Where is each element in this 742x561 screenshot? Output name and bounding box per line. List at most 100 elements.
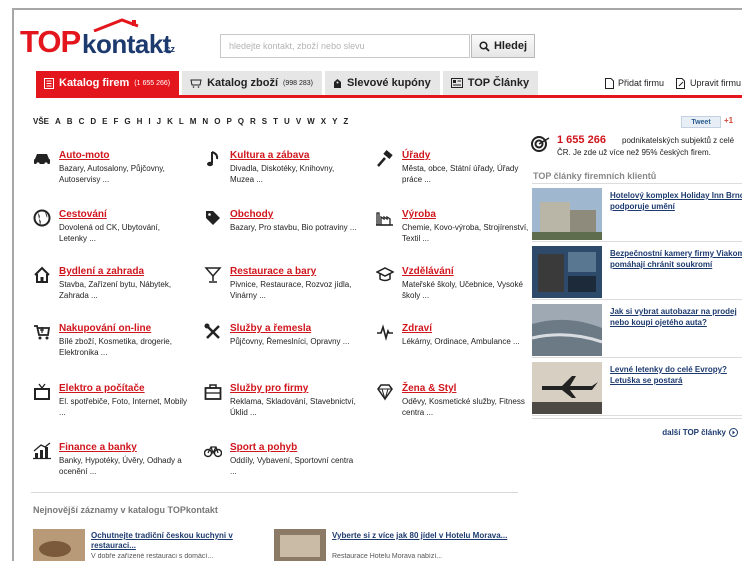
- tab-count: (1 655 266): [134, 79, 171, 87]
- tab-count: (998 283): [283, 79, 313, 87]
- category-title[interactable]: Cestování: [59, 209, 107, 220]
- edit-company-link[interactable]: Upravit firmu: [676, 77, 742, 89]
- category-title[interactable]: Kultura a zábava: [230, 150, 309, 161]
- newest-title[interactable]: Vyberte si z více jak 80 jídel v Hotelu …: [332, 531, 512, 541]
- article-thumbnail[interactable]: [532, 246, 602, 298]
- article-thumbnail[interactable]: [532, 188, 602, 240]
- category-title[interactable]: Auto-moto: [59, 150, 110, 161]
- company-count: 1 655 266: [557, 134, 606, 146]
- gplus-button[interactable]: +1: [724, 116, 733, 125]
- category-title[interactable]: Výroba: [402, 209, 436, 220]
- article-title[interactable]: Hotelový komplex Holiday Inn Brno podpor…: [610, 190, 742, 212]
- arrow-right-circle-icon: [729, 428, 738, 437]
- tab-katalog-zbozi[interactable]: Katalog zboží (998 283): [182, 71, 322, 95]
- category-desc: Dovolená od CK, Ubytování, Letenky ...: [59, 223, 160, 243]
- newest-desc: Restaurace Hotelu Morava nabízí...: [332, 553, 443, 560]
- article-title[interactable]: Bezpečnostní kamery firmy Viakom pomáhaj…: [610, 248, 742, 270]
- music-note-icon: [207, 151, 219, 167]
- tv-icon: [34, 383, 50, 400]
- article-title[interactable]: Jak si vybrat autobazar na prodej nebo k…: [610, 306, 742, 328]
- target-icon: [531, 136, 550, 152]
- alphabet-letter[interactable]: J: [157, 117, 161, 126]
- article-item[interactable]: Bezpečnostní kamery firmy Viakom pomáhaj…: [532, 242, 742, 300]
- tab-label: Slevové kupóny: [346, 77, 431, 89]
- category-desc: Reklama, Skladování, Stavebnictví, Úklid…: [230, 397, 356, 417]
- alphabet-letter[interactable]: G: [124, 117, 130, 126]
- tab-slevove-kupony[interactable]: Slevové kupóny: [324, 71, 440, 95]
- article-thumbnail[interactable]: [532, 362, 602, 414]
- alphabet-letter[interactable]: P: [226, 117, 231, 126]
- newest-title[interactable]: Ochutnejte tradiční českou kuchyni v res…: [91, 531, 271, 551]
- tab-katalog-firem[interactable]: Katalog firem (1 655 266): [36, 71, 180, 95]
- add-company-link[interactable]: Přidat firmu: [605, 77, 664, 89]
- nav-underline: [36, 95, 742, 98]
- main-nav: Katalog firem (1 655 266) Katalog zboží …: [36, 71, 539, 95]
- alphabet-letter[interactable]: VŠE: [33, 117, 49, 126]
- alphabet-letter[interactable]: O: [214, 117, 220, 126]
- article-thumbnail[interactable]: [532, 304, 602, 356]
- alphabet-letter[interactable]: U: [284, 117, 290, 126]
- alphabet-letter[interactable]: E: [102, 117, 107, 126]
- category-desc: Oděvy, Kosmetické služby, Fitness centra…: [402, 397, 525, 417]
- alphabet-letter[interactable]: S: [262, 117, 267, 126]
- category-title[interactable]: Sport a pohyb: [230, 442, 297, 453]
- category-title[interactable]: Obchody: [230, 209, 273, 220]
- category-title[interactable]: Elektro a počítače: [59, 383, 145, 394]
- alphabet-letter[interactable]: X: [321, 117, 326, 126]
- briefcase-icon: [204, 384, 222, 400]
- category-title[interactable]: Žena & Styl: [402, 383, 456, 394]
- newest-thumbnail[interactable]: [33, 529, 85, 561]
- category-title[interactable]: Zdraví: [402, 323, 432, 334]
- category-title[interactable]: Restaurace a bary: [230, 266, 316, 277]
- alphabet-letter[interactable]: M: [190, 117, 197, 126]
- alphabet-letter[interactable]: Q: [238, 117, 244, 126]
- articles-heading: TOP články firemních klientů: [533, 171, 657, 181]
- alphabet-letter[interactable]: B: [67, 117, 73, 126]
- category-title[interactable]: Bydlení a zahrada: [59, 266, 144, 277]
- alphabet-letter[interactable]: Z: [343, 117, 348, 126]
- category-title[interactable]: Finance a banky: [59, 442, 137, 453]
- tweet-button[interactable]: Tweet: [681, 116, 721, 128]
- alphabet-letter[interactable]: Y: [332, 117, 337, 126]
- edit-company-label: Upravit firmu: [690, 78, 742, 88]
- category-title[interactable]: Služby a řemesla: [230, 323, 311, 334]
- heartbeat-icon: [377, 324, 393, 341]
- category-title[interactable]: Nakupování on-line: [59, 323, 151, 334]
- category-desc: Bílé zboží, Kosmetika, drogerie, Elektro…: [59, 337, 172, 357]
- more-articles-label: další TOP články: [662, 428, 726, 437]
- alphabet-letter[interactable]: T: [273, 117, 278, 126]
- search-button[interactable]: Hledej: [471, 34, 535, 58]
- search-input[interactable]: hledejte kontakt, zboží nebo slevu: [220, 34, 470, 58]
- newest-item[interactable]: Ochutnejte tradiční českou kuchyni v res…: [33, 529, 273, 561]
- nav-right-links: Přidat firmu Upravit firmu: [605, 71, 741, 95]
- edit-document-icon: [676, 77, 686, 89]
- alphabet-letter[interactable]: A: [55, 117, 61, 126]
- category-title[interactable]: Vzdělávání: [402, 266, 454, 277]
- article-item[interactable]: Jak si vybrat autobazar na prodej nebo k…: [532, 300, 742, 358]
- alphabet-letter[interactable]: F: [113, 117, 118, 126]
- tab-top-clanky[interactable]: TOP Články: [442, 71, 539, 95]
- alphabet-letter[interactable]: V: [296, 117, 301, 126]
- newest-thumbnail[interactable]: [274, 529, 326, 561]
- alphabet-letter[interactable]: N: [202, 117, 208, 126]
- alphabet-letter[interactable]: W: [307, 117, 315, 126]
- article-title[interactable]: Levné letenky do celé Evropy? Letuška se…: [610, 364, 742, 386]
- category-title[interactable]: Služby pro firmy: [230, 383, 308, 394]
- newest-item[interactable]: Vyberte si z více jak 80 jídel v Hotelu …: [274, 529, 514, 561]
- article-item[interactable]: Levné letenky do celé Evropy? Letuška se…: [532, 358, 742, 416]
- alphabet-letter[interactable]: H: [137, 117, 143, 126]
- alphabet-letter[interactable]: K: [167, 117, 173, 126]
- category-desc: Města, obce, Státní úřady, Úřady práce .…: [402, 164, 519, 184]
- more-articles-link[interactable]: další TOP články: [532, 418, 742, 440]
- search-button-label: Hledej: [493, 40, 527, 52]
- alphabet-letter[interactable]: R: [250, 117, 256, 126]
- logo-top-text: TOP: [20, 24, 81, 59]
- alphabet-letter[interactable]: C: [79, 117, 85, 126]
- category-title[interactable]: Úřady: [402, 150, 430, 161]
- category-desc: Banky, Hypotéky, Úvěry, Odhady a ocenění…: [59, 456, 182, 476]
- shopping-cart-icon: [34, 325, 51, 340]
- alphabet-letter[interactable]: I: [148, 117, 150, 126]
- alphabet-letter[interactable]: L: [179, 117, 184, 126]
- alphabet-letter[interactable]: D: [90, 117, 96, 126]
- article-item[interactable]: Hotelový komplex Holiday Inn Brno podpor…: [532, 184, 742, 242]
